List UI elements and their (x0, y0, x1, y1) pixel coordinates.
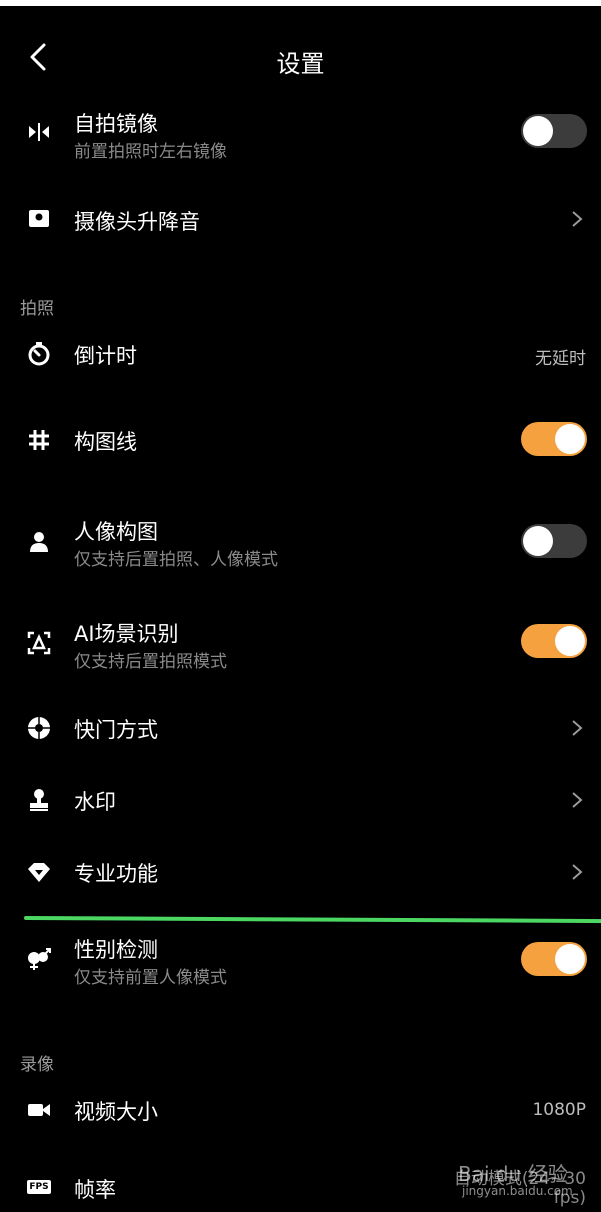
portrait-composition-sublabel: 仅支持后置拍照、人像模式 (74, 550, 278, 570)
setting-row-mirror[interactable]: 自拍镜像 前置拍照时左右镜像 (0, 108, 601, 164)
mirror-label: 自拍镜像 (74, 112, 158, 136)
mirror-sublabel: 前置拍照时左右镜像 (74, 142, 227, 162)
camera-sound-label: 摄像头升降音 (74, 210, 200, 234)
timer-icon (26, 341, 52, 367)
ai-scene-icon (26, 630, 52, 656)
baidu-watermark: Bai du 经验 (458, 1162, 568, 1186)
pro-label: 专业功能 (74, 862, 158, 886)
setting-row-watermark[interactable]: 水印 (0, 784, 601, 820)
mirror-toggle[interactable] (521, 114, 587, 148)
gender-sublabel: 仅支持前置人像模式 (74, 968, 227, 988)
timer-value: 无延时 (535, 349, 586, 369)
ai-scene-sublabel: 仅支持后置拍照模式 (74, 652, 227, 672)
chevron-right-icon (572, 720, 583, 736)
toggle-knob (555, 944, 585, 974)
setting-row-ai-scene[interactable]: AI场景识别 仅支持后置拍照模式 (0, 616, 601, 672)
section-header-video: 录像 (20, 1055, 54, 1075)
header: 设置 (0, 6, 601, 106)
setting-row-timer[interactable]: 倒计时 无延时 (0, 338, 601, 374)
ai-scene-toggle[interactable] (521, 624, 587, 658)
grid-label: 构图线 (74, 430, 137, 454)
watermark-label: 水印 (74, 790, 116, 814)
ai-scene-label: AI场景识别 (74, 622, 179, 646)
annotation-line (23, 916, 601, 924)
video-size-value: 1080P (532, 1100, 586, 1120)
fps-icon-text: FPS (27, 1180, 51, 1194)
camera-popup-icon (26, 206, 52, 232)
person-icon (26, 528, 52, 554)
setting-row-pro[interactable]: 专业功能 (0, 856, 601, 892)
gender-toggle[interactable] (521, 942, 587, 976)
toggle-knob (555, 424, 585, 454)
portrait-composition-toggle[interactable] (521, 524, 587, 558)
gender-label: 性别检测 (74, 938, 158, 962)
gender-icon (26, 946, 52, 972)
chevron-right-icon (572, 864, 583, 880)
shutter-icon (26, 715, 52, 741)
setting-row-grid[interactable]: 构图线 (0, 420, 601, 460)
toggle-knob (523, 526, 553, 556)
grid-icon (26, 427, 52, 453)
shutter-label: 快门方式 (74, 718, 158, 742)
setting-row-portrait-composition[interactable]: 人像构图 仅支持后置拍照、人像模式 (0, 514, 601, 570)
chevron-right-icon (572, 792, 583, 808)
mirror-icon (26, 119, 52, 145)
setting-row-gender[interactable]: 性别检测 仅支持前置人像模式 (0, 932, 601, 988)
grid-toggle[interactable] (521, 422, 587, 456)
baidu-watermark-url: jingyan.baidu.com (462, 1184, 573, 1198)
chevron-right-icon (572, 211, 583, 227)
setting-row-shutter[interactable]: 快门方式 (0, 712, 601, 748)
section-header-photo: 拍照 (20, 299, 54, 319)
toggle-knob (555, 626, 585, 656)
portrait-composition-label: 人像构图 (74, 520, 158, 544)
setting-row-video-size[interactable]: 视频大小 1080P (0, 1094, 601, 1130)
video-size-label: 视频大小 (74, 1100, 158, 1124)
setting-row-camera-sound[interactable]: 摄像头升降音 (0, 200, 601, 240)
video-icon (26, 1097, 52, 1123)
stamp-icon (26, 787, 52, 813)
timer-label: 倒计时 (74, 344, 137, 368)
diamond-icon (26, 859, 52, 885)
page-title: 设置 (276, 50, 325, 78)
frame-rate-label: 帧率 (74, 1178, 116, 1202)
toggle-knob (523, 116, 553, 146)
fps-icon: FPS (26, 1174, 52, 1200)
